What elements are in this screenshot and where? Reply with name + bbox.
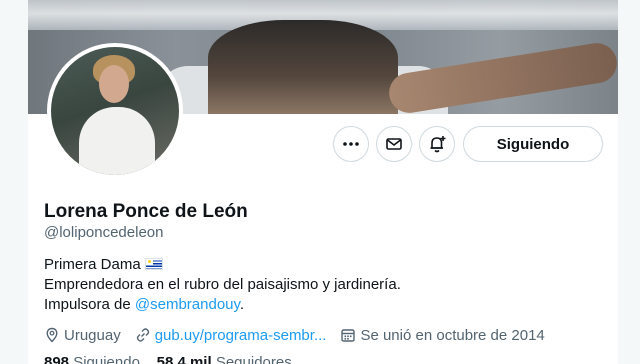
notifications-button[interactable] bbox=[419, 126, 455, 162]
left-gutter bbox=[0, 0, 28, 364]
follow-stats: 898 Siguiendo 58,4 mil Seguidores bbox=[44, 354, 292, 364]
bell-plus-icon bbox=[430, 136, 446, 153]
followers-count: 58,4 mil bbox=[156, 354, 212, 364]
bio-suffix: . bbox=[239, 296, 245, 313]
more-icon bbox=[343, 142, 359, 146]
profile-page: Siguiendo Lorena Ponce de León @loliponc… bbox=[0, 0, 640, 364]
message-button[interactable] bbox=[376, 126, 412, 162]
following-button-label: Siguiendo bbox=[496, 135, 570, 153]
sembrandouy-link[interactable]: @sembrandouy bbox=[135, 296, 240, 313]
more-button[interactable] bbox=[333, 126, 369, 162]
calendar-icon bbox=[341, 329, 356, 342]
profile-name: Lorena Ponce de León bbox=[44, 201, 248, 222]
avatar[interactable] bbox=[47, 43, 183, 179]
avatar-photo bbox=[51, 47, 179, 175]
bio-prefix: Impulsora de bbox=[44, 296, 135, 313]
following-stat[interactable]: 898 Siguiendo bbox=[44, 354, 140, 364]
uruguay-flag-sun bbox=[145, 259, 153, 265]
banner-hair-graphic bbox=[208, 20, 398, 114]
bio-line-2: Emprendedora en el rubro del paisajismo … bbox=[44, 276, 401, 293]
following-label: Siguiendo bbox=[73, 354, 140, 364]
joined-item: Se unió en octubre de 2014 bbox=[340, 326, 545, 344]
location-pin-icon bbox=[46, 327, 58, 343]
link-icon bbox=[136, 328, 149, 342]
uruguay-flag-icon bbox=[144, 258, 163, 270]
banner-arm-graphic bbox=[386, 40, 618, 114]
envelope-icon bbox=[386, 138, 402, 150]
profile-bio: Primera Dama Emprendedora en el rubro de… bbox=[44, 255, 401, 315]
website-item: gub.uy/programa-sembr... bbox=[135, 327, 327, 344]
avatar-face-graphic bbox=[99, 65, 129, 103]
following-count: 898 bbox=[44, 354, 70, 364]
bio-title: Primera Dama bbox=[44, 256, 141, 273]
location-item: Uruguay bbox=[44, 327, 121, 344]
right-gutter bbox=[618, 0, 640, 364]
bio-line-1: Primera Dama bbox=[44, 255, 401, 275]
profile-meta: Uruguay gub.uy/programa-sembr... Se unió… bbox=[44, 324, 559, 346]
location-text: Uruguay bbox=[64, 326, 121, 344]
followers-label: Seguidores bbox=[215, 354, 292, 364]
joined-text: Se unió en octubre de 2014 bbox=[360, 326, 545, 344]
following-button[interactable]: Siguiendo bbox=[463, 126, 603, 162]
bio-line-3: Impulsora de @sembrandouy. bbox=[44, 295, 401, 315]
profile-handle: @loliponcedeleon bbox=[44, 224, 164, 241]
followers-stat[interactable]: 58,4 mil Seguidores bbox=[157, 354, 292, 364]
website-link[interactable]: gub.uy/programa-sembr... bbox=[155, 327, 327, 344]
avatar-body-graphic bbox=[79, 107, 155, 175]
